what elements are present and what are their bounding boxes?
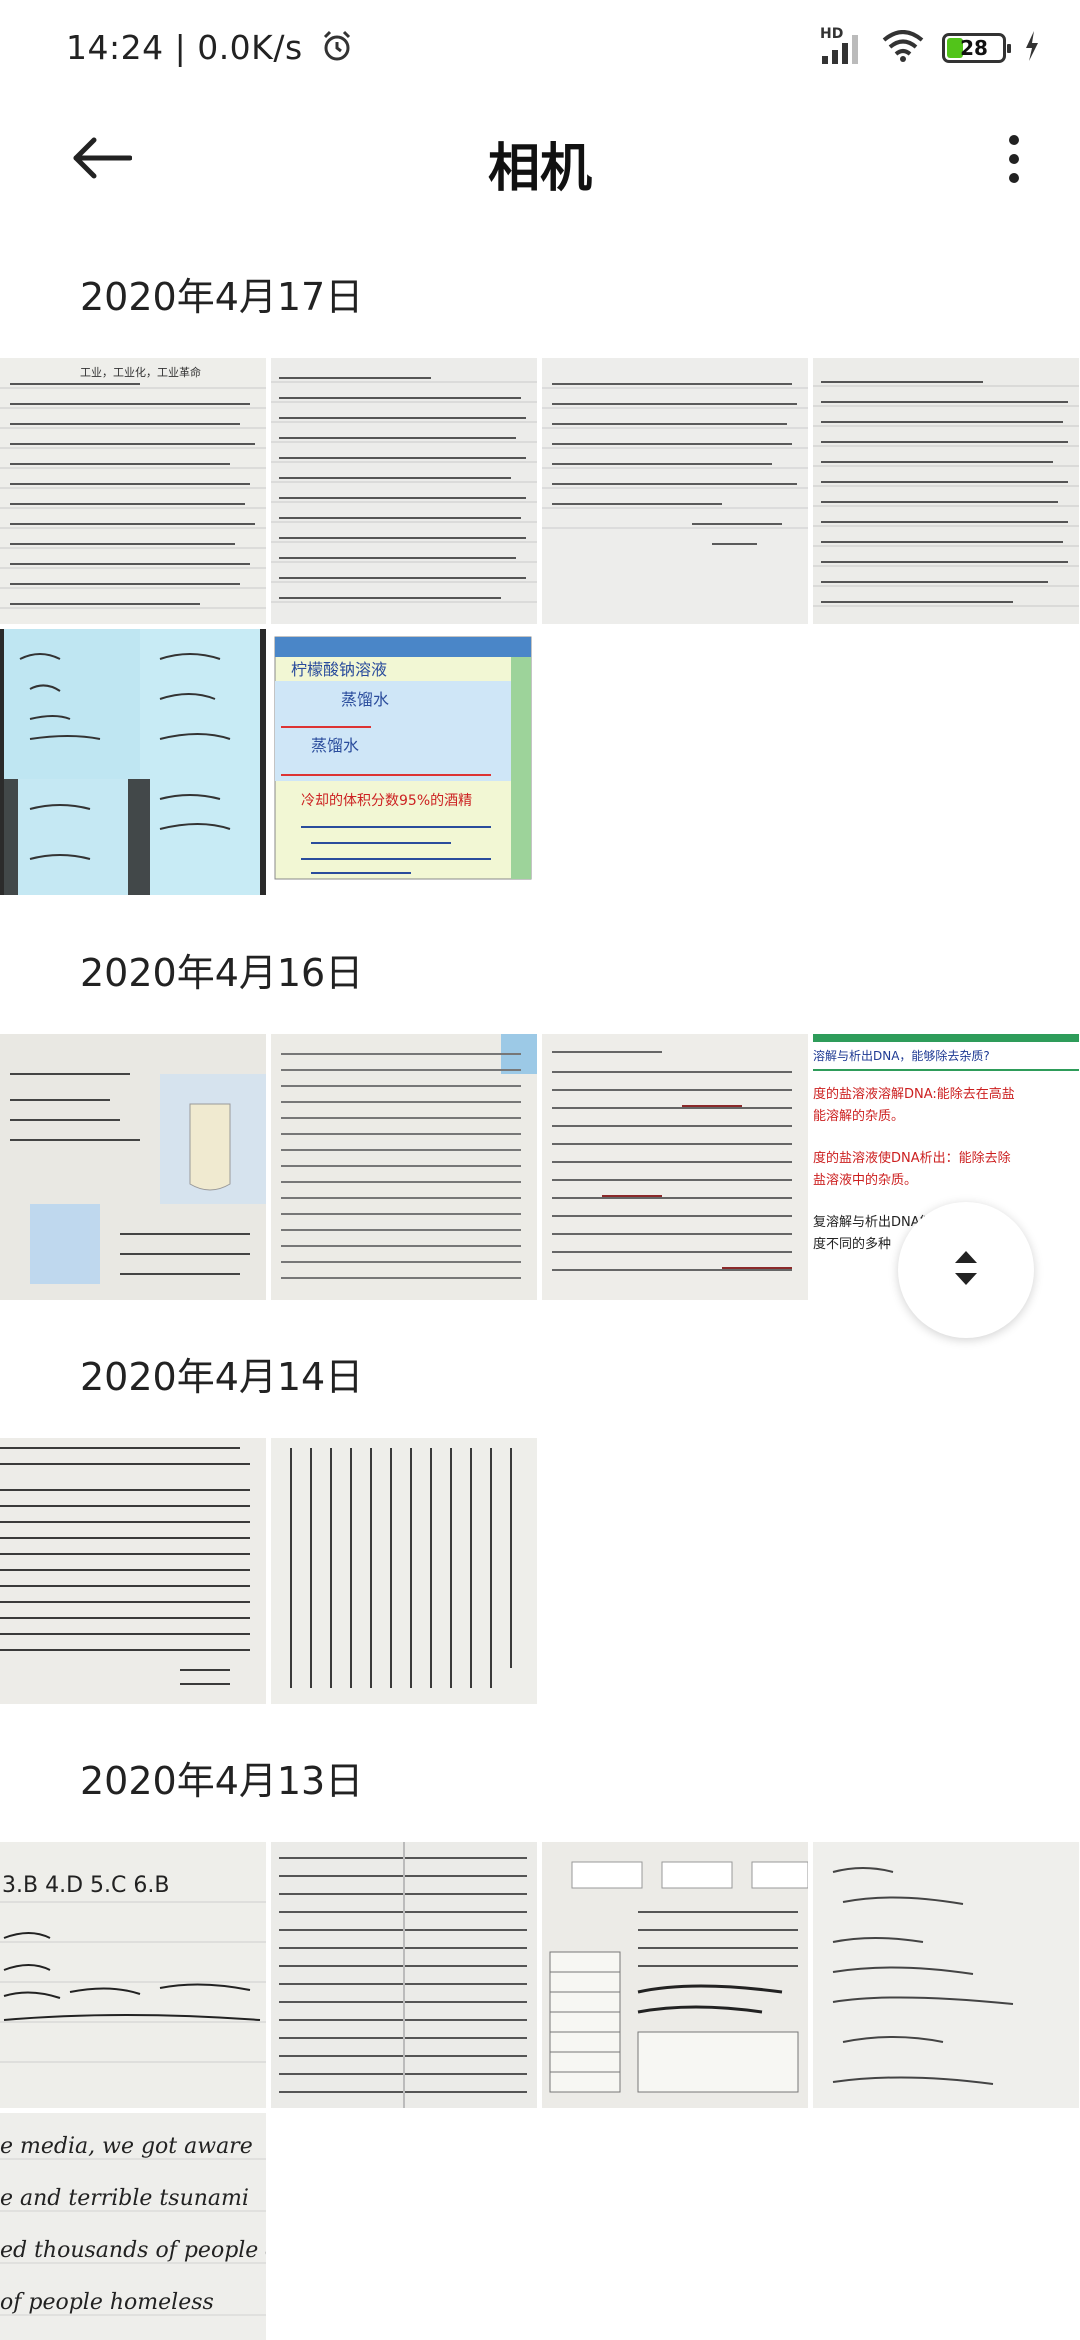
photo-thumbnail[interactable]: [271, 1034, 537, 1300]
status-bar: 14:24 | 0.0K/s HD 28: [0, 0, 1080, 100]
photo-thumbnail[interactable]: [813, 1842, 1079, 2108]
math-notes-image: [813, 1842, 1079, 2108]
scroll-handle-icon: [951, 1248, 981, 1292]
photo-thumbnail[interactable]: [542, 1034, 808, 1300]
status-time: 14:24 | 0.0K/s: [66, 28, 354, 71]
photo-thumbnail[interactable]: [271, 1438, 537, 1704]
svg-text:能溶解的杂质。: 能溶解的杂质。: [813, 1108, 904, 1124]
svg-text:蒸馏水: 蒸馏水: [311, 736, 359, 755]
svg-text:e media, we got aware: e media, we got aware: [0, 2134, 253, 2159]
photo-thumbnail[interactable]: 柠檬酸钠溶液 蒸馏水 蒸馏水 冷却的体积分数95%的酒精: [271, 629, 537, 895]
charging-icon: [1024, 31, 1040, 65]
handwritten-notes-image: [813, 358, 1079, 624]
svg-text:盐溶液中的杂质。: 盐溶液中的杂质。: [813, 1172, 917, 1188]
svg-text:ed thousands of people dead: ed thousands of people dead: [0, 2238, 266, 2263]
network-label: HD: [820, 26, 844, 42]
exam-paper-image: [271, 1842, 537, 2108]
fast-scroll-button[interactable]: [898, 1202, 1034, 1338]
svg-text:e and terrible tsunami: e and terrible tsunami: [0, 2186, 249, 2211]
photo-thumbnail[interactable]: [542, 1842, 808, 2108]
english-letter-rotated-image: [271, 1438, 537, 1704]
page-title: 相机: [487, 139, 592, 199]
workbook-page-image: [542, 1842, 808, 2108]
sticky-note-image: [0, 629, 266, 895]
more-options-button[interactable]: [992, 126, 1036, 196]
svg-text:冷却的体积分数95%的酒精: 冷却的体积分数95%的酒精: [301, 793, 472, 809]
battery-percent: 28: [960, 36, 988, 60]
svg-text:of people homeless: of people homeless: [0, 2290, 214, 2315]
section-date: 2020年4月13日: [80, 1759, 364, 1803]
photo-thumbnail[interactable]: [542, 358, 808, 624]
photo-thumbnail[interactable]: [0, 1034, 266, 1300]
svg-text:度的盐溶液使DNA析出：能除去除: 度的盐溶液使DNA析出：能除去除: [813, 1150, 1011, 1166]
svg-text:度不同的多种: 度不同的多种: [813, 1236, 891, 1252]
photo-thumbnail[interactable]: 工业，工业化，工业革命: [0, 358, 266, 624]
photo-thumbnail[interactable]: e media, we got aware e and terrible tsu…: [0, 2113, 266, 2340]
svg-text:度的盐溶液溶解DNA:能除去在高盐: 度的盐溶液溶解DNA:能除去在高盐: [813, 1086, 1015, 1102]
wifi-icon: [882, 30, 924, 66]
svg-text:3.B 4.D 5.C 6.B: 3.B 4.D 5.C 6.B: [2, 1873, 169, 1898]
more-vertical-icon: [1007, 134, 1021, 188]
photo-grid-2020-04-14: [0, 1438, 1080, 1704]
svg-text:工业，工业化，工业革命: 工业，工业化，工业革命: [80, 365, 201, 379]
section-date: 2020年4月16日: [80, 951, 364, 995]
status-icons: HD 28: [820, 26, 1040, 66]
handwritten-notes-image: 工业，工业化，工业革命: [0, 358, 266, 624]
photo-thumbnail[interactable]: [0, 1438, 266, 1704]
app-header: 相机: [0, 100, 1080, 220]
handwritten-notes-image: [271, 358, 537, 624]
textbook-page-image: [542, 1034, 808, 1300]
svg-text:柠檬酸钠溶液: 柠檬酸钠溶液: [291, 660, 387, 679]
english-handwriting-image: e media, we got aware e and terrible tsu…: [0, 2113, 266, 2340]
photo-thumbnail[interactable]: [813, 358, 1079, 624]
section-date: 2020年4月14日: [80, 1355, 364, 1399]
textbook-page-image: [271, 1034, 537, 1300]
photo-thumbnail[interactable]: [0, 629, 266, 895]
handwritten-answers-image: 3.B 4.D 5.C 6.B: [0, 1842, 266, 2108]
photo-grid-2020-04-13: 3.B 4.D 5.C 6.B e media, we got aware e …: [0, 1842, 1080, 2340]
photo-thumbnail[interactable]: [271, 358, 537, 624]
svg-text:蒸馏水: 蒸馏水: [341, 690, 389, 709]
signal-icon: HD: [820, 26, 864, 66]
chemistry-slide-image: 柠檬酸钠溶液 蒸馏水 蒸馏水 冷却的体积分数95%的酒精: [271, 629, 537, 895]
photo-thumbnail[interactable]: 3.B 4.D 5.C 6.B: [0, 1842, 266, 2108]
svg-text:溶解与析出DNA，能够除去杂质?: 溶解与析出DNA，能够除去杂质?: [813, 1048, 990, 1063]
handwritten-notes-image: [542, 358, 808, 624]
textbook-page-image: [0, 1034, 266, 1300]
photo-thumbnail[interactable]: [271, 1842, 537, 2108]
alarm-icon: [320, 29, 354, 71]
battery-icon: 28: [942, 33, 1011, 63]
section-date: 2020年4月17日: [80, 275, 364, 319]
english-letter-image: [0, 1438, 266, 1704]
photo-grid-2020-04-17: 工业，工业化，工业革命 柠檬酸钠溶液 蒸馏水 蒸馏水 冷却的体积分数95%的酒精: [0, 358, 1080, 895]
